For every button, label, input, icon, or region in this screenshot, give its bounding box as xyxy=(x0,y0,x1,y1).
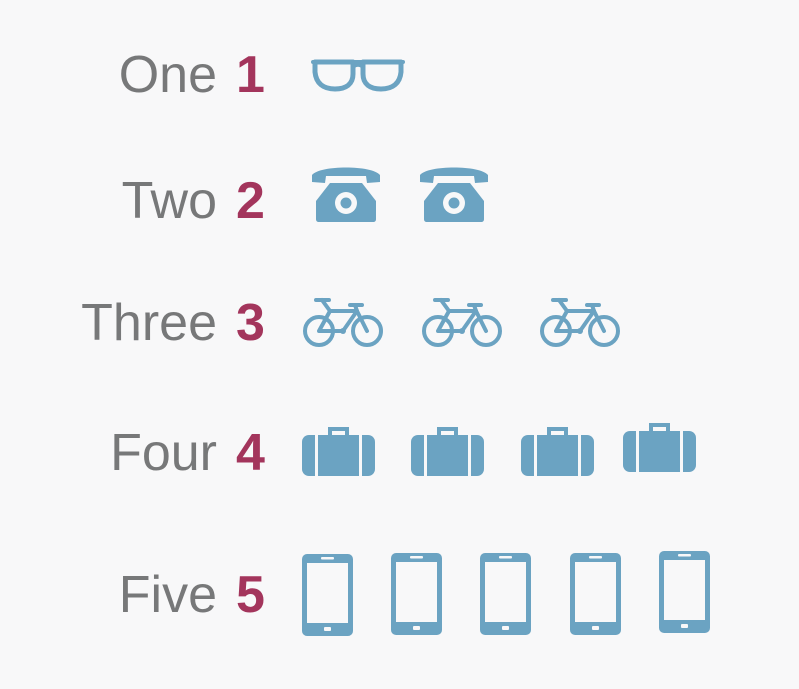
row-five: Five 5 xyxy=(0,543,799,643)
row-one: One 1 xyxy=(0,24,799,124)
smartphone-icon xyxy=(659,551,710,633)
smartphone-icon xyxy=(570,553,621,635)
smartphone-icon xyxy=(302,554,353,636)
icon-group xyxy=(0,400,799,500)
suitcase-icon xyxy=(521,424,594,476)
suitcase-icon xyxy=(411,424,484,476)
row-two: Two 2 xyxy=(0,146,799,246)
glasses-icon xyxy=(311,58,405,92)
telephone-icon xyxy=(418,164,490,222)
bicycle-icon xyxy=(421,294,503,348)
row-three: Three 3 xyxy=(0,270,799,370)
smartphone-icon xyxy=(480,553,531,635)
bicycle-icon xyxy=(539,294,621,348)
icon-group xyxy=(0,270,799,370)
icon-group xyxy=(0,146,799,246)
bicycle-icon xyxy=(302,294,384,348)
suitcase-icon xyxy=(623,420,696,472)
row-four: Four 4 xyxy=(0,400,799,500)
smartphone-icon xyxy=(391,553,442,635)
telephone-icon xyxy=(310,164,382,222)
icon-group xyxy=(0,543,799,643)
icon-group xyxy=(0,24,799,124)
suitcase-icon xyxy=(302,424,375,476)
